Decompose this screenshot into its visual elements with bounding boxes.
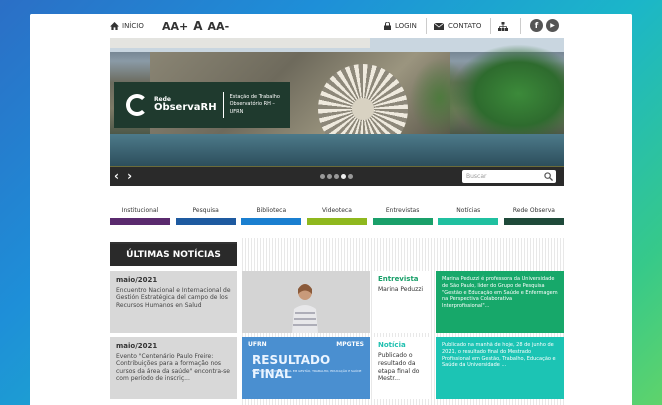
slider-prev-button[interactable]: ‹ (114, 169, 121, 183)
login-link[interactable]: LOGIN (384, 14, 417, 38)
banner-roof (110, 38, 370, 48)
news-detail-2[interactable]: Publicado na manhã de hoje, 28 de junho … (436, 337, 564, 399)
logo-tagline: Estação de Trabalho Observatório RH – UF… (230, 94, 290, 117)
slider-next-button[interactable]: › (127, 169, 134, 183)
nav-item[interactable]: Pesquisa (175, 207, 236, 225)
news-title: Encuentro Nacional e Internacional de Ge… (116, 286, 231, 309)
nav-label: Videoteca (322, 207, 352, 214)
news-summary: Publicado o resultado da etapa final do … (378, 352, 420, 383)
youtube-icon[interactable]: ▶ (546, 19, 559, 32)
logo-tagline-2: Observatório RH – UFRN (229, 101, 275, 115)
nav-color-bar (175, 218, 236, 225)
hero-banner: Rede ObservaRH Estação de Trabalho Obser… (110, 38, 564, 166)
search-icon[interactable] (544, 172, 553, 181)
nav-label: Notícias (456, 207, 481, 214)
news-detail-text: Publicado na manhã de hoje, 28 de junho … (442, 342, 556, 369)
logo-big-text: ObservaRH (153, 102, 217, 113)
news-label-1[interactable]: Entrevista Marina Peduzzi (374, 271, 430, 333)
slider-dot[interactable] (320, 174, 325, 179)
main-nav: Institucional Pesquisa Biblioteca Videoteca… (110, 207, 564, 225)
search-input[interactable]: Buscar (466, 173, 487, 180)
image-title: RESULTADO FINAL (252, 353, 331, 381)
nav-color-bar (503, 218, 564, 225)
image-left-label: UFRN (248, 341, 267, 348)
home-icon (110, 22, 119, 30)
person-photo-icon (292, 284, 318, 333)
image-subtitle: MESTRADO PROFISSIONAL EM GESTÃO, TRABALH… (252, 369, 362, 373)
home-label: INÍCIO (122, 22, 144, 30)
section-title: ÚLTIMAS NOTÍCIAS (110, 242, 237, 266)
font-decrease-button[interactable]: AA- (208, 20, 230, 33)
news-summary: Marina Peduzzi (378, 286, 424, 294)
nav-item[interactable]: Videoteca (306, 207, 367, 225)
slider-controls: ‹ › Buscar (110, 166, 564, 186)
slider-dot[interactable] (348, 174, 353, 179)
slider-arrows: ‹ › (114, 169, 134, 183)
nav-label: Institucional (121, 207, 159, 214)
contato-label: CONTATO (448, 22, 482, 30)
interview-photo[interactable] (242, 271, 370, 333)
slider-dots (320, 174, 353, 179)
font-increase-button[interactable]: AA+ (162, 20, 188, 33)
facebook-icon[interactable]: f (530, 19, 543, 32)
nav-color-bar (306, 218, 367, 225)
divider (520, 18, 521, 34)
nav-label: Rede Observa (512, 207, 555, 214)
nav-label: Pesquisa (192, 207, 219, 214)
news-detail-1[interactable]: Marina Peduzzi é professora da Universid… (436, 271, 564, 333)
nav-color-bar (241, 218, 302, 225)
slider-dot[interactable] (334, 174, 339, 179)
result-image[interactable]: UFRN MPGTES RESULTADO FINAL MESTRADO PRO… (242, 337, 370, 399)
news-month: maio/2021 (116, 342, 158, 350)
site-logo[interactable]: Rede ObservaRH Estação de Trabalho Obser… (114, 82, 290, 128)
nav-item[interactable]: Institucional (110, 207, 170, 225)
nav-item[interactable]: Entrevistas (372, 207, 433, 225)
home-link[interactable]: INÍCIO (110, 14, 144, 38)
slider-dot[interactable] (341, 174, 346, 179)
image-right-label: MPGTES (336, 341, 364, 348)
nav-item[interactable]: Biblioteca (241, 207, 302, 225)
nav-label: Entrevistas (385, 207, 420, 214)
contato-link[interactable]: CONTATO (434, 14, 481, 38)
logo-brand: Rede ObservaRH (154, 97, 217, 113)
divider (490, 18, 491, 34)
banner-palm (450, 44, 564, 144)
divider (426, 18, 427, 34)
font-size-controls: AA+ A AA- (162, 14, 234, 38)
login-label: LOGIN (395, 22, 417, 30)
nav-item[interactable]: Notícias (438, 207, 499, 225)
nav-label: Biblioteca (256, 207, 287, 214)
envelope-icon (434, 22, 444, 30)
nav-color-bar (438, 218, 499, 225)
sitemap-link[interactable] (498, 14, 508, 38)
news-card-2[interactable]: maio/2021 Evento "Centenário Paulo Freir… (110, 337, 237, 399)
browser-page: INÍCIO AA+ A AA- LOGIN CONTATO f ▶ Rede … (30, 14, 632, 405)
news-month: maio/2021 (116, 276, 158, 284)
lock-icon (384, 22, 391, 30)
news-kind: Entrevista (378, 275, 419, 283)
news-detail-text: Marina Peduzzi é professora da Universid… (442, 276, 558, 309)
slider-dot[interactable] (327, 174, 332, 179)
nav-item[interactable]: Rede Observa (503, 207, 564, 225)
banner-water (110, 134, 564, 166)
sitemap-icon (498, 21, 508, 31)
top-utility-bar: INÍCIO AA+ A AA- LOGIN CONTATO f ▶ (30, 14, 632, 38)
font-normal-button[interactable]: A (193, 19, 202, 33)
search-box[interactable]: Buscar (462, 170, 556, 183)
logo-ring-icon (126, 94, 148, 116)
logo-divider (222, 92, 224, 118)
nav-color-bar (110, 218, 170, 225)
news-kind: Notícia (378, 341, 406, 349)
nav-color-bar (372, 218, 433, 225)
news-label-2[interactable]: Notícia Publicado o resultado da etapa f… (374, 337, 430, 399)
news-card-1[interactable]: maio/2021 Encuentro Nacional e Internaci… (110, 271, 237, 333)
news-title: Evento "Centenário Paulo Freire: Contrib… (116, 352, 230, 383)
